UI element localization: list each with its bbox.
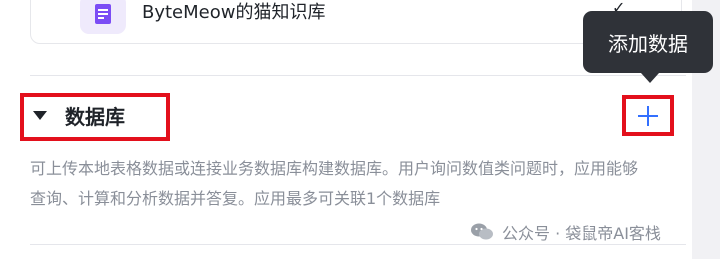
add-database-button[interactable] [622,95,674,136]
app-page: ByteMeow的猫知识库 ✓ 数据库 添加数据 可上传本地表格数据或连接业务数… [0,0,720,259]
wechat-icon [471,223,493,240]
section-description: 可上传本地表格数据或连接业务数据库构建数据库。用户询问数值类问题时，应用能够查询… [30,159,639,208]
collapse-caret-icon[interactable] [33,111,47,120]
watermark: 公众号 · 袋鼠帝AI客栈 [470,219,661,245]
tooltip-text: 添加数据 [608,31,688,56]
section-divider [30,75,686,76]
add-data-tooltip: 添加数据 [583,11,713,73]
section-title[interactable]: 数据库 [65,101,125,130]
watermark-text: 公众号 · 袋鼠帝AI客栈 [502,224,661,243]
knowledge-item-name: ByteMeow的猫知识库 [142,2,326,23]
plus-icon [638,105,658,126]
document-icon [80,0,126,34]
tooltip-arrow [641,73,659,83]
